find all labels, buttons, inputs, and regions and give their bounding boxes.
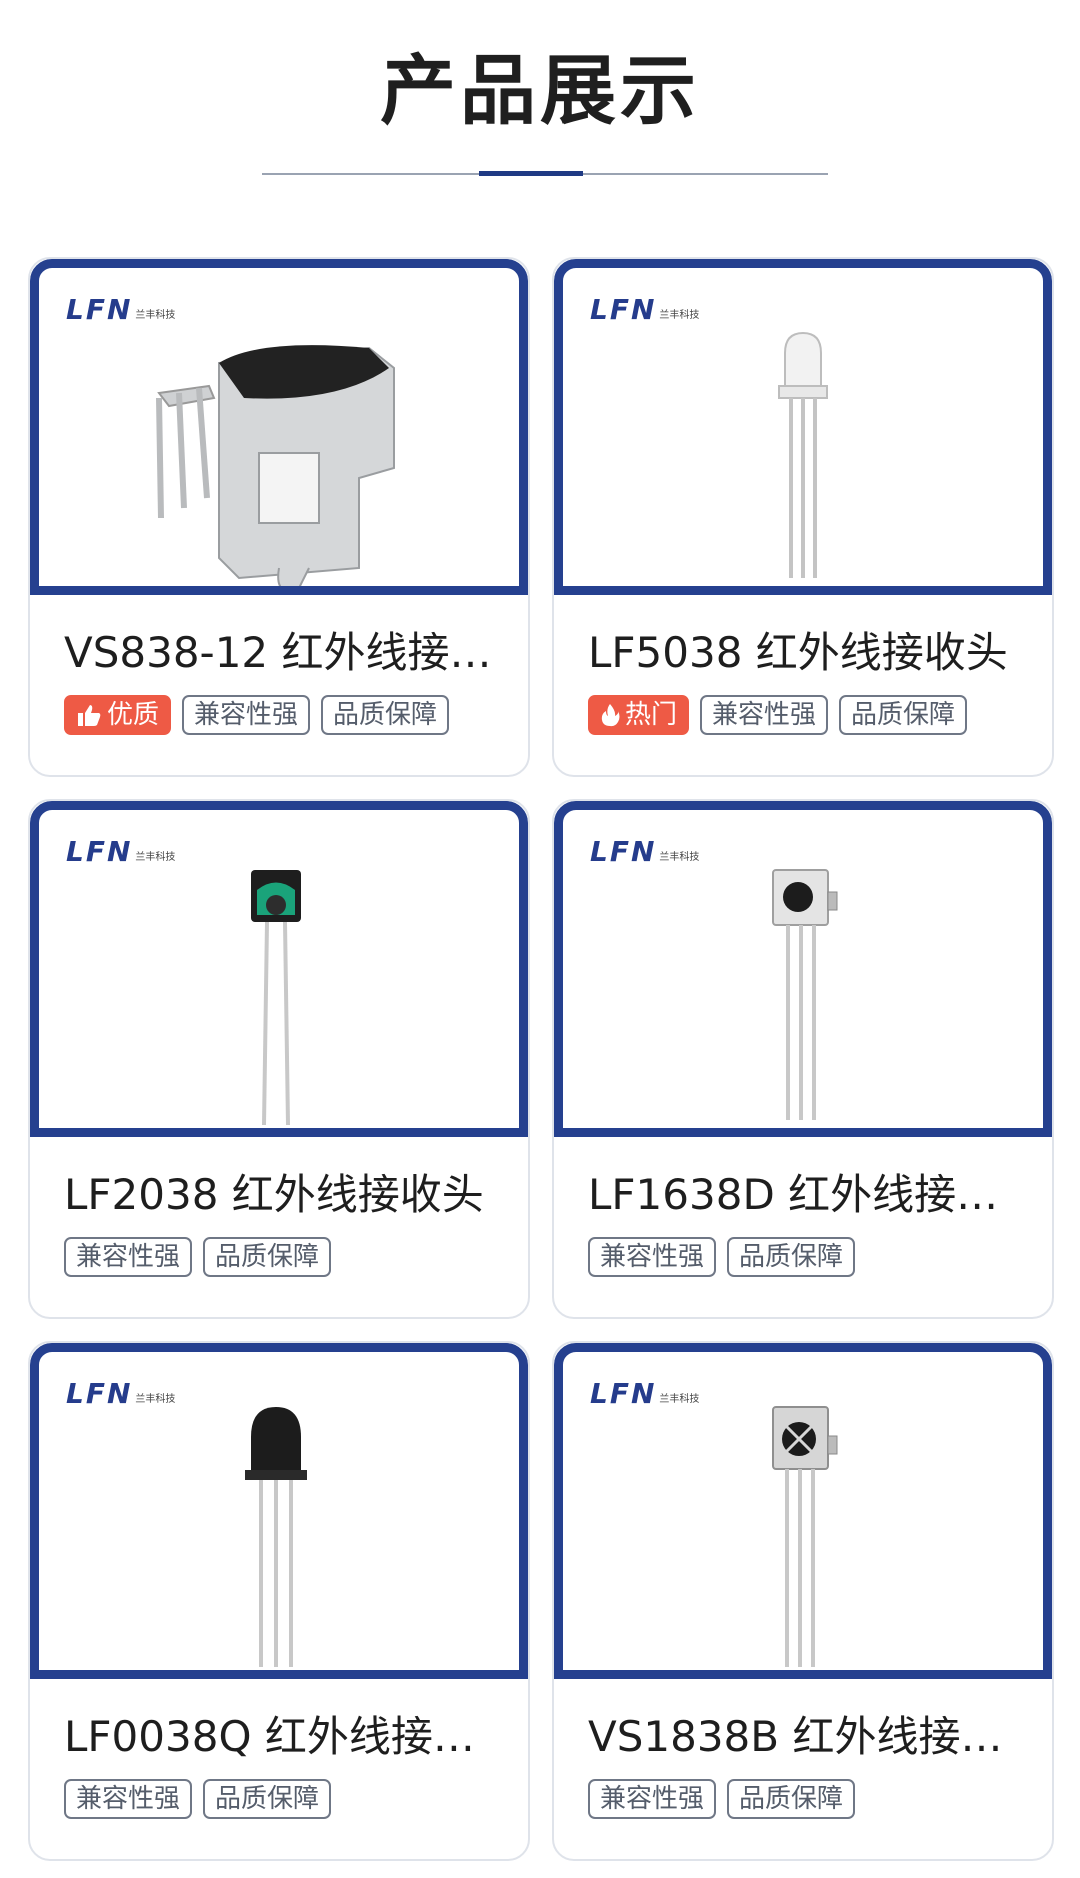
product-image: LFN 兰丰科技	[30, 1343, 528, 1679]
tag-compatibility: 兼容性强	[588, 1779, 717, 1819]
product-card[interactable]: LFN 兰丰科技 LF5038 红外线接收头 热门 兼容性强 品质保障	[552, 257, 1054, 777]
product-name[interactable]: LF5038 红外线接收头	[588, 627, 1028, 679]
product-name[interactable]: LF2038 红外线接收头	[64, 1169, 504, 1221]
tag-quality: 品质保障	[321, 695, 450, 735]
title-divider-accent	[479, 171, 583, 176]
product-tags: 兼容性强 品质保障	[588, 1779, 856, 1819]
product-image: LFN 兰丰科技	[554, 259, 1052, 595]
product-tags: 优质 兼容性强 品质保障	[64, 695, 450, 735]
product-image: LFN 兰丰科技	[30, 259, 528, 595]
tag-quality: 品质保障	[203, 1237, 332, 1277]
product-image: LFN 兰丰科技	[554, 1343, 1052, 1679]
tag-compatibility: 兼容性强	[182, 695, 311, 735]
product-card[interactable]: LFN 兰丰科技 LF1638D 红外线接… 兼容性强 品质保障	[552, 799, 1054, 1319]
tag-compatibility: 兼容性强	[588, 1237, 717, 1277]
product-name[interactable]: LF1638D 红外线接…	[588, 1169, 1028, 1221]
tag-quality: 品质保障	[839, 695, 968, 735]
vs838-component-image	[156, 345, 395, 586]
product-tags: 兼容性强 品质保障	[64, 1237, 332, 1277]
vs1838b-component-image	[772, 1406, 838, 1667]
product-tags: 兼容性强 品质保障	[64, 1779, 332, 1819]
lf1638d-component-image	[772, 869, 838, 1120]
product-tags: 热门 兼容性强 品质保障	[588, 695, 968, 735]
hot-badge: 热门	[588, 695, 690, 735]
product-tags: 兼容性强 品质保障	[588, 1237, 856, 1277]
product-name[interactable]: LF0038Q 红外线接…	[64, 1711, 504, 1763]
lf2038-component-image	[251, 870, 301, 1126]
page-title: 产品展示	[380, 46, 700, 135]
product-card[interactable]: LFN 兰丰科技 VS838-12 红外线接… 优质 兼容性强 品质保障	[28, 257, 530, 777]
product-card[interactable]: LFN 兰丰科技 VS1838B 红外线接… 兼容性强 品质保障	[552, 1341, 1054, 1861]
tag-compatibility: 兼容性强	[64, 1779, 193, 1819]
product-name[interactable]: VS838-12 红外线接…	[64, 627, 504, 679]
tag-quality: 品质保障	[727, 1237, 856, 1277]
flame-icon	[601, 704, 620, 727]
product-card[interactable]: LFN 兰丰科技 LF2038 红外线接收头 兼容性强 品质保障	[28, 799, 530, 1319]
lf0038q-component-image	[245, 1407, 307, 1667]
tag-quality: 品质保障	[203, 1779, 332, 1819]
quality-badge: 优质	[64, 695, 172, 735]
tag-compatibility: 兼容性强	[700, 695, 829, 735]
product-image: LFN 兰丰科技	[30, 801, 528, 1137]
product-name[interactable]: VS1838B 红外线接…	[588, 1711, 1028, 1763]
product-image: LFN 兰丰科技	[554, 801, 1052, 1137]
tag-quality: 品质保障	[727, 1779, 856, 1819]
product-card[interactable]: LFN 兰丰科技 LF0038Q 红外线接… 兼容性强 品质保障	[28, 1341, 530, 1861]
thumbs-up-icon	[78, 705, 101, 726]
tag-compatibility: 兼容性强	[64, 1237, 193, 1277]
lf5038-component-image	[778, 331, 828, 578]
